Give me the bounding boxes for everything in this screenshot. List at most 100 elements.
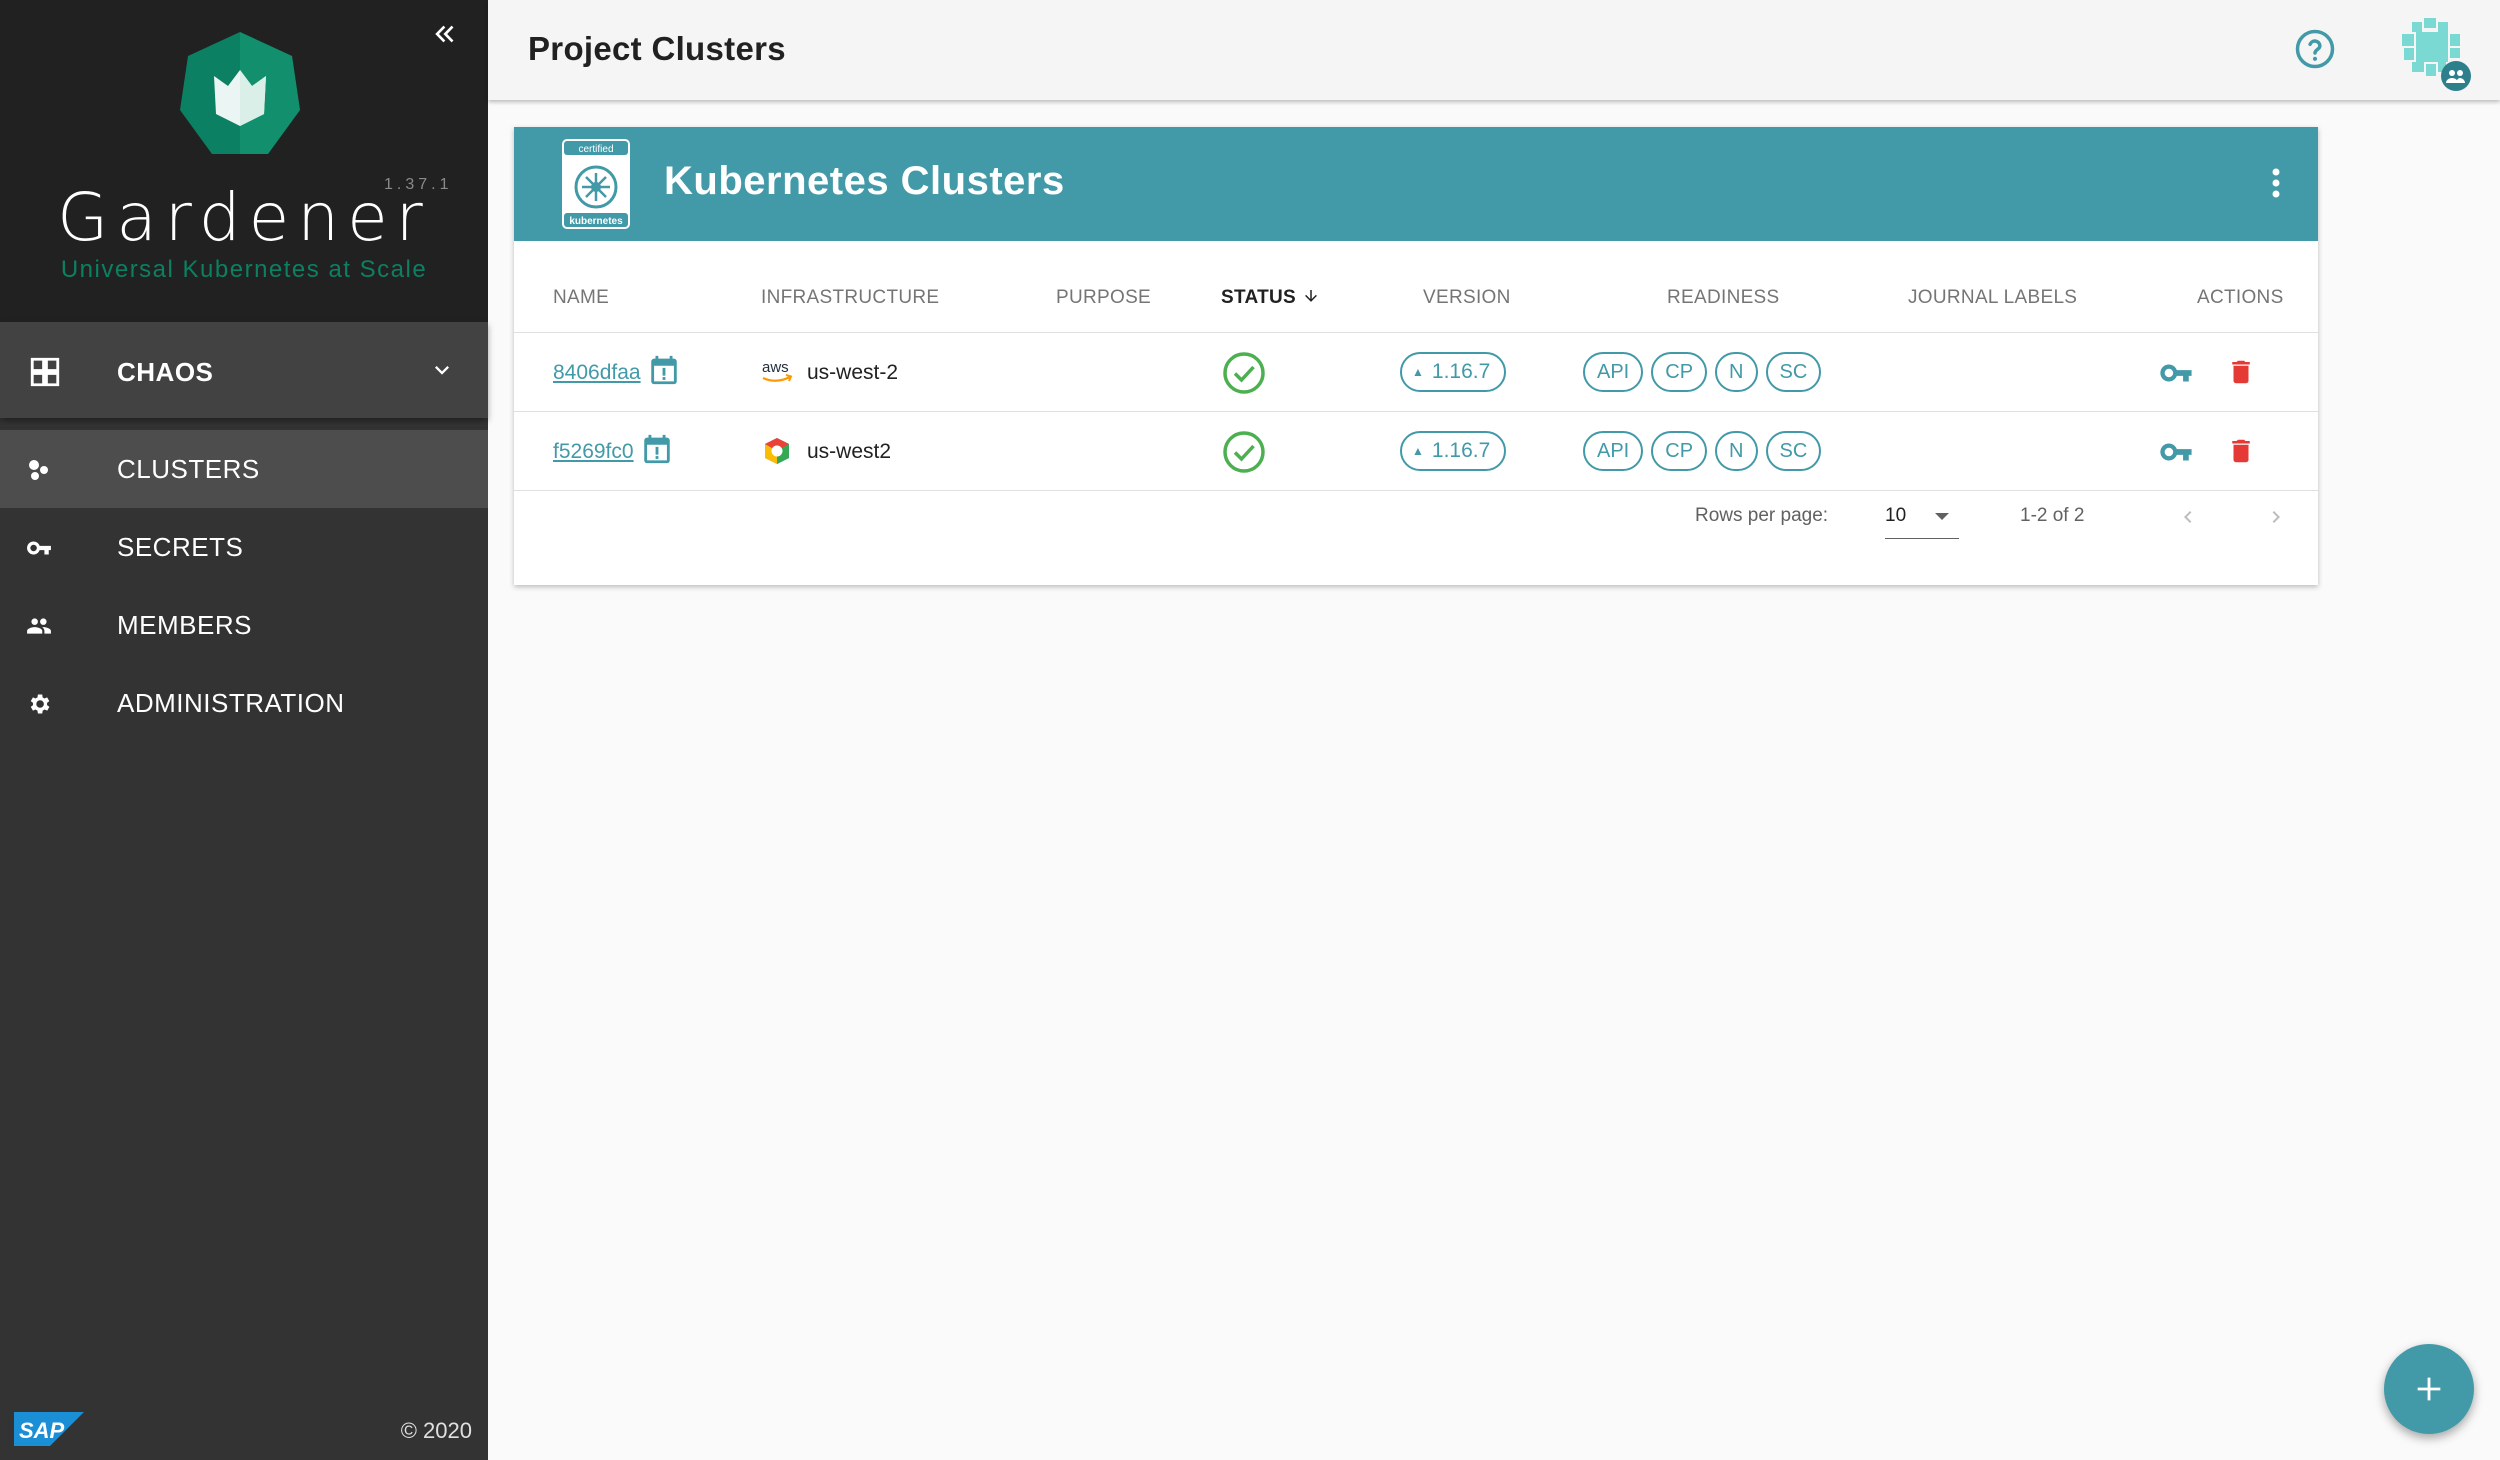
create-cluster-button[interactable] [2384, 1344, 2474, 1434]
next-page-button[interactable] [2256, 497, 2296, 537]
key-icon [2160, 364, 2192, 382]
sidebar-item-label: CLUSTERS [117, 453, 260, 484]
avatar-icon [2402, 18, 2471, 91]
rows-per-page-value: 10 [1885, 505, 1907, 526]
calendar-alert-icon[interactable] [647, 353, 681, 387]
double-chevron-left-icon [435, 25, 454, 43]
copyright: © 2020 [400, 1418, 472, 1443]
calendar-alert-icon[interactable] [640, 432, 674, 466]
column-header-status-label: STATUS [1221, 287, 1296, 308]
top-toolbar: Project Clusters [488, 0, 2500, 100]
readiness-chips: API CP N SC [1583, 431, 1822, 471]
user-avatar[interactable] [2394, 14, 2472, 92]
page-title: Project Clusters [528, 30, 786, 67]
table-row: f5269fc0 us-west2 ▲ 1.16.7 API CP N SC [514, 412, 2318, 491]
sidebar-item-label: SECRETS [117, 531, 244, 562]
version-chip-label: 1.16.7 [1431, 439, 1491, 462]
status-ok-icon[interactable] [1222, 351, 1266, 395]
rows-per-page-select[interactable]: 10 [1885, 499, 1959, 539]
sidebar-item-members[interactable]: MEMBERS [0, 586, 488, 664]
gardener-logo [180, 32, 300, 154]
collapse-sidebar-button[interactable] [428, 16, 464, 52]
column-header-readiness[interactable]: READINESS [1667, 287, 1780, 309]
delete-cluster-button[interactable] [2224, 353, 2258, 391]
grid-icon [30, 357, 60, 387]
trash-icon [2232, 439, 2250, 463]
sidebar-item-administration[interactable]: ADMINISTRATION [0, 664, 488, 742]
readiness-chip-api[interactable]: API [1583, 431, 1644, 471]
table-options-button[interactable] [2258, 163, 2294, 203]
help-icon[interactable] [2294, 28, 2336, 70]
cluster-region: us-west2 [807, 440, 892, 463]
gcp-icon [765, 438, 789, 464]
sidebar-header: 1.37.1 Gardener Universal Kubernetes at … [0, 0, 488, 322]
aws-logo-text: aws [762, 359, 789, 376]
readiness-chip-n[interactable]: N [1715, 431, 1758, 471]
table-pagination: Rows per page: 10 1-2 of 2 [514, 491, 2318, 541]
readiness-chips: API CP N SC [1583, 352, 1822, 392]
version-chip[interactable]: ▲ 1.16.7 [1400, 352, 1507, 392]
people-icon [26, 613, 52, 639]
chevron-down-icon [435, 366, 449, 375]
sap-logo: SAP [14, 1412, 84, 1446]
sidebar-item-clusters[interactable]: CLUSTERS [0, 430, 488, 508]
arrow-down-icon [1304, 290, 1317, 302]
version-chip[interactable]: ▲ 1.16.7 [1400, 431, 1507, 471]
sidebar-item-secrets[interactable]: SECRETS [0, 508, 488, 586]
show-credentials-button[interactable] [2157, 355, 2195, 391]
version-chip-label: 1.16.7 [1431, 360, 1491, 383]
column-header-journal-labels: JOURNAL LABELS [1908, 287, 2078, 308]
sidebar-nav: CLUSTERS SECRETS MEMBERS ADMINISTRATION [0, 430, 488, 742]
project-name: CHAOS [117, 357, 214, 387]
readiness-chip-api[interactable]: API [1583, 352, 1644, 392]
column-header-infrastructure[interactable]: INFRASTRUCTURE [761, 287, 939, 309]
app-name: Gardener [57, 179, 431, 256]
card-header: certified kubernetes Kubernetes Clusters [514, 127, 2318, 241]
project-selector[interactable]: CHAOS [0, 322, 488, 418]
trash-icon [2232, 360, 2250, 384]
show-credentials-button[interactable] [2157, 434, 2195, 470]
key-icon [2160, 443, 2192, 461]
key-icon [26, 535, 52, 561]
chevron-right-icon [2272, 511, 2280, 523]
aws-icon: aws [762, 359, 793, 382]
sidebar-item-label: ADMINISTRATION [117, 687, 345, 718]
more-vertical-icon [2272, 168, 2280, 198]
sap-logo-text: SAP [19, 1418, 65, 1443]
app-tagline: Universal Kubernetes at Scale [60, 256, 428, 283]
column-header-purpose[interactable]: PURPOSE [1056, 287, 1151, 309]
cluster-name-link[interactable]: 8406dfaa [553, 361, 641, 385]
status-ok-icon[interactable] [1222, 430, 1266, 474]
readiness-chip-cp[interactable]: CP [1651, 431, 1708, 471]
sidebar: 1.37.1 Gardener Universal Kubernetes at … [0, 0, 488, 1460]
readiness-chip-cp[interactable]: CP [1651, 352, 1708, 392]
column-header-version[interactable]: VERSION [1423, 287, 1511, 309]
clusters-card: certified kubernetes Kubernetes Clusters… [514, 127, 2318, 585]
column-header-name[interactable]: NAME [553, 287, 609, 309]
delete-cluster-button[interactable] [2224, 432, 2258, 470]
sidebar-footer: SAP © 2020 [0, 1400, 488, 1460]
upgrade-arrow-icon: ▲ [1412, 365, 1424, 379]
cluster-name-link[interactable]: f5269fc0 [553, 440, 634, 464]
plus-icon [2417, 1377, 2441, 1401]
card-title: Kubernetes Clusters [664, 159, 1065, 203]
column-header-actions: ACTIONS [2197, 287, 2284, 308]
readiness-chip-n[interactable]: N [1715, 352, 1758, 392]
badge-bottom-text: kubernetes [569, 216, 623, 227]
gear-icon [26, 691, 52, 717]
pagination-range: 1-2 of 2 [2020, 505, 2085, 526]
table-row: 8406dfaa aws us-west-2 ▲ 1.16.7 API CP N… [514, 333, 2318, 412]
sidebar-item-label: MEMBERS [117, 609, 252, 640]
clusters-icon [26, 457, 52, 483]
caret-down-icon [1935, 513, 1949, 520]
upgrade-arrow-icon: ▲ [1412, 444, 1424, 458]
chevron-left-icon [2184, 511, 2192, 523]
previous-page-button[interactable] [2168, 497, 2208, 537]
cluster-region: us-west-2 [807, 361, 899, 384]
rows-per-page-label: Rows per page: [1695, 505, 1829, 526]
readiness-chip-sc[interactable]: SC [1765, 352, 1822, 392]
column-header-status[interactable]: STATUS [1221, 287, 1320, 309]
readiness-chip-sc[interactable]: SC [1765, 431, 1822, 471]
badge-top-text: certified [578, 144, 613, 155]
kubernetes-certified-badge: certified kubernetes [560, 137, 632, 231]
